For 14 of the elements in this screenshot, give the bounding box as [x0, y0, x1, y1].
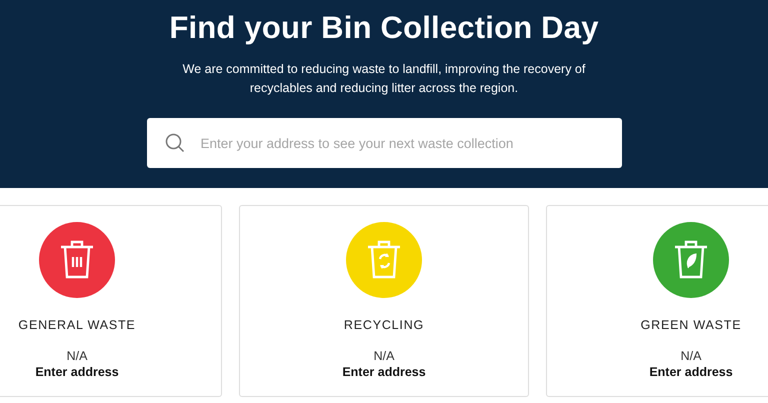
collection-date: N/A [680, 349, 702, 363]
bin-type-label: GENERAL WASTE [18, 318, 136, 332]
enter-address-text: Enter address [342, 365, 426, 379]
collection-date: N/A [374, 349, 394, 363]
address-input[interactable]: Enter your address to see your next waste collection [198, 134, 604, 152]
intro-text: We are committed to reducing waste to landfill, improving the recovery of recyclables and reducing litter across the region. [182, 61, 586, 97]
bin-type-label: RECYCLING [344, 318, 424, 332]
search-icon [164, 133, 184, 153]
enter-address-text: Enter address [649, 365, 733, 379]
page-title: Find your Bin Collection Day [169, 10, 599, 46]
collection-date: N/A [66, 349, 88, 363]
address-search-field[interactable]: Enter your address to see your next waste collection [146, 118, 622, 168]
enter-address-text: Enter address [35, 365, 119, 379]
bin-type-label: GREEN WASTE [640, 318, 742, 332]
